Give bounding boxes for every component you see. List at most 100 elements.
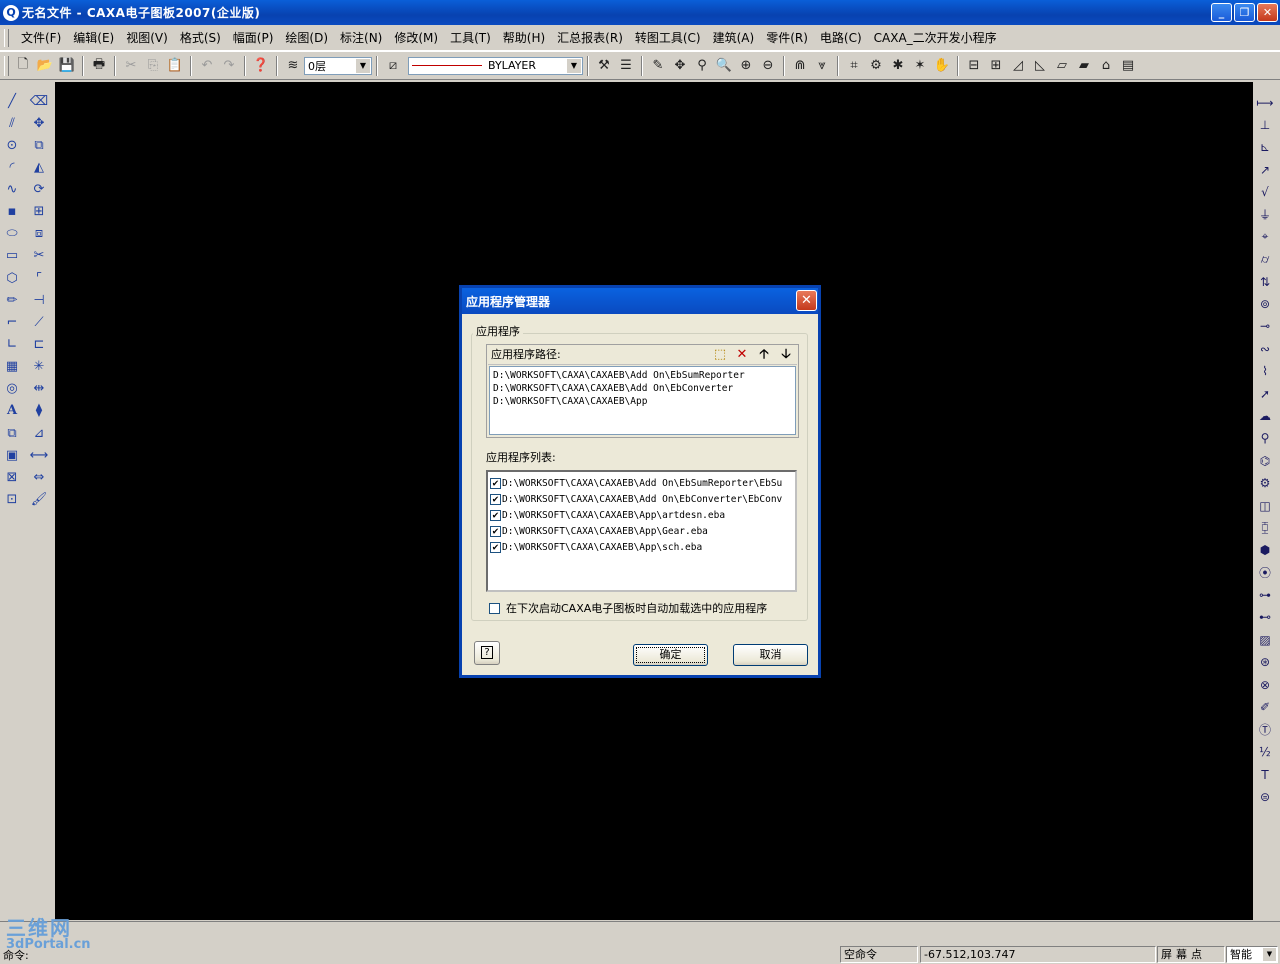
zoom-dynamic-icon[interactable]: ⚲ bbox=[691, 55, 713, 77]
zoom-window-icon[interactable]: 🔍 bbox=[713, 55, 735, 77]
symbol-icon[interactable]: ⚙ bbox=[865, 55, 887, 77]
measure-distance-icon[interactable]: ⟷ bbox=[28, 444, 50, 466]
app-listbox[interactable]: ✔ D:\WORKSOFT\CAXA\CAXAEB\Add On\EbSumRe… bbox=[486, 470, 797, 592]
path-entry[interactable]: D:\WORKSOFT\CAXA\CAXAEB\App bbox=[490, 395, 795, 408]
move-down-icon[interactable]: 🡣 bbox=[779, 348, 793, 362]
redo-icon[interactable]: ↷ bbox=[218, 55, 240, 77]
chamfer-icon[interactable]: ⊿ bbox=[28, 422, 50, 444]
report-icon[interactable]: ▤ bbox=[1117, 55, 1139, 77]
help-icon[interactable]: ❓ bbox=[250, 55, 272, 77]
app-checkbox[interactable]: ✔ bbox=[490, 477, 501, 489]
path-listbox[interactable]: D:\WORKSOFT\CAXA\CAXAEB\Add On\EbSumRepo… bbox=[489, 366, 796, 435]
menubar-grip[interactable] bbox=[4, 28, 9, 47]
new-path-icon[interactable]: ⬚ bbox=[713, 348, 727, 362]
wave-line-icon[interactable]: ∾ bbox=[1254, 338, 1276, 359]
move-up-icon[interactable]: 🡡 bbox=[757, 348, 771, 362]
frame-icon[interactable]: ⊞ bbox=[985, 55, 1007, 77]
app-list-item[interactable]: ✔ D:\WORKSOFT\CAXA\CAXAEB\App\Gear.eba bbox=[488, 523, 795, 539]
menu-parts[interactable]: 零件(R) bbox=[760, 29, 814, 46]
leader-icon[interactable]: ↗ bbox=[1254, 159, 1276, 180]
library-icon[interactable]: ▨ bbox=[1254, 629, 1276, 650]
linewidth-icon[interactable]: ☰ bbox=[615, 55, 637, 77]
key-icon[interactable]: ⊷ bbox=[1254, 607, 1276, 628]
line-icon[interactable]: ╱ bbox=[1, 90, 23, 112]
menu-help[interactable]: 帮助(H) bbox=[497, 29, 551, 46]
break-icon[interactable]: ⊣ bbox=[28, 289, 50, 311]
app-checkbox[interactable]: ✔ bbox=[490, 493, 501, 505]
washer-icon[interactable]: ⦿ bbox=[1254, 562, 1276, 583]
print-icon[interactable]: 🖶 bbox=[88, 55, 110, 77]
ellipse-icon[interactable]: ⬭ bbox=[1, 223, 23, 245]
menu-view[interactable]: 视图(V) bbox=[120, 29, 174, 46]
zigzag-line-icon[interactable]: ⌇ bbox=[1254, 361, 1276, 382]
menu-dimension[interactable]: 标注(N) bbox=[334, 29, 388, 46]
scale-icon[interactable]: ⧈ bbox=[28, 223, 50, 245]
zoom-all-icon[interactable]: ⊕ bbox=[735, 55, 757, 77]
app-checkbox[interactable]: ✔ bbox=[490, 541, 501, 553]
help-button[interactable]: ? bbox=[474, 641, 500, 665]
table-text-icon[interactable]: Ｔ bbox=[1254, 764, 1276, 785]
section-symbol-icon[interactable]: ⇅ bbox=[1254, 271, 1276, 292]
datum-icon[interactable]: ⏚ bbox=[1254, 204, 1276, 225]
menu-circuit[interactable]: 电路(C) bbox=[814, 29, 868, 46]
menu-convert[interactable]: 转图工具(C) bbox=[629, 29, 707, 46]
title-block-icon[interactable]: ◿ bbox=[1007, 55, 1029, 77]
polygon-icon[interactable]: ⬡ bbox=[1, 267, 23, 289]
point-icon[interactable]: ▪ bbox=[1, 201, 23, 223]
cancel-button[interactable]: 取消 bbox=[733, 644, 808, 666]
save-icon[interactable]: 💾 bbox=[56, 55, 78, 77]
pencil-icon[interactable]: ✎ bbox=[647, 55, 669, 77]
spline-icon[interactable]: ∿ bbox=[1, 179, 23, 201]
cloud-icon[interactable]: ☁ bbox=[1254, 405, 1276, 426]
layer-icon[interactable]: ≋ bbox=[282, 55, 304, 77]
block-icon[interactable]: ⌗ bbox=[843, 55, 865, 77]
fill-icon[interactable]: ◎ bbox=[1, 378, 23, 400]
autoload-checkbox[interactable] bbox=[489, 602, 500, 614]
dimension-icon[interactable]: ⟼ bbox=[1254, 92, 1276, 113]
properties-icon[interactable]: ⚒ bbox=[593, 55, 615, 77]
menu-format[interactable]: 格式(S) bbox=[174, 29, 227, 46]
select-filter-icon[interactable]: ⩔ bbox=[811, 55, 833, 77]
attribute-icon[interactable]: ✶ bbox=[909, 55, 931, 77]
chevron-down-icon[interactable]: ▼ bbox=[1263, 948, 1276, 961]
caxa-app-icon[interactable]: Q bbox=[3, 4, 19, 21]
dialog-close-button[interactable]: ✕ bbox=[796, 290, 817, 311]
bolt-icon[interactable]: ⧮ bbox=[1254, 517, 1276, 538]
linetype-select[interactable]: BYLAYER ▼ bbox=[408, 56, 583, 75]
roughness-icon[interactable]: √ bbox=[1254, 182, 1276, 203]
polyline-icon[interactable]: ✏ bbox=[1, 289, 23, 311]
close-button[interactable]: ✕ bbox=[1257, 3, 1278, 22]
bearing-icon[interactable]: ◫ bbox=[1254, 495, 1276, 516]
edit-text-icon[interactable]: ✐ bbox=[1254, 697, 1276, 718]
menu-modify[interactable]: 修改(M) bbox=[388, 29, 444, 46]
centerline-icon[interactable]: ⌐ bbox=[1, 311, 23, 333]
arrow-icon[interactable]: ➚ bbox=[1254, 383, 1276, 404]
app-list-item[interactable]: ✔ D:\WORKSOFT\CAXA\CAXAEB\App\sch.eba bbox=[488, 539, 795, 555]
app-checkbox[interactable]: ✔ bbox=[490, 509, 501, 521]
open-file-icon[interactable]: 📂 bbox=[34, 55, 56, 77]
stretch-icon[interactable]: ⊏ bbox=[28, 334, 50, 356]
menu-report[interactable]: 汇总报表(R) bbox=[551, 29, 629, 46]
menu-draw[interactable]: 绘图(D) bbox=[279, 29, 334, 46]
rotate-icon[interactable]: ⟳ bbox=[28, 179, 50, 201]
delete-path-icon[interactable]: ✕ bbox=[735, 348, 749, 362]
ok-button[interactable]: 确定 bbox=[633, 644, 708, 666]
mirror-icon[interactable]: ◭ bbox=[28, 156, 50, 178]
arc-icon[interactable]: ◜ bbox=[1, 156, 23, 178]
smart-mode-select[interactable]: 智能 ▼ bbox=[1226, 946, 1278, 963]
menu-edit[interactable]: 编辑(E) bbox=[67, 29, 120, 46]
tolerance-icon[interactable]: ⌖ bbox=[1254, 226, 1276, 247]
app-checkbox[interactable]: ✔ bbox=[490, 525, 501, 537]
chamfer-dim-icon[interactable]: ⊾ bbox=[1254, 137, 1276, 158]
explode-objects-icon[interactable]: ✳ bbox=[28, 356, 50, 378]
autoload-option[interactable]: 在下次启动CAXA电子图板时自动加载选中的应用程序 bbox=[487, 600, 767, 616]
gear-part-icon[interactable]: ⚙ bbox=[1254, 473, 1276, 494]
parallel-line-icon[interactable]: ⫽ bbox=[1, 112, 23, 134]
zoom-previous-icon[interactable]: ⊖ bbox=[757, 55, 779, 77]
hatch-icon[interactable]: ▦ bbox=[1, 356, 23, 378]
block-create-icon[interactable]: ▣ bbox=[1, 444, 23, 466]
move-icon[interactable]: ✥ bbox=[28, 112, 50, 134]
equidistant-line-icon[interactable]: ∟ bbox=[1, 334, 23, 356]
cut-icon[interactable]: ✂ bbox=[120, 55, 142, 77]
number-icon[interactable]: ½ bbox=[1254, 741, 1276, 762]
